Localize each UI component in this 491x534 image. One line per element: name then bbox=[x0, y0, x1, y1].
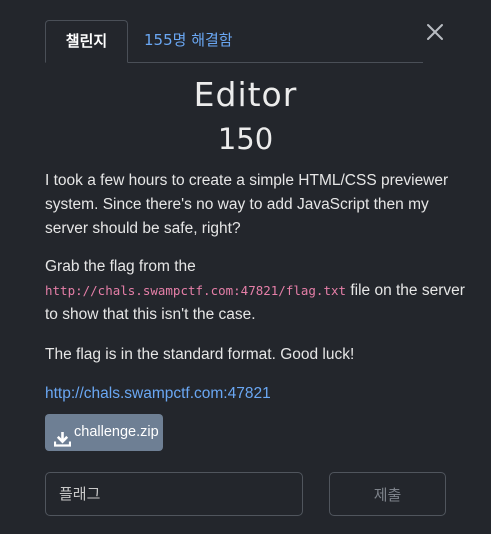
flag-path-code: http://chals.swampctf.com:47821/flag.txt bbox=[45, 283, 347, 298]
challenge-title: Editor bbox=[193, 75, 298, 114]
flag-input[interactable] bbox=[45, 472, 303, 516]
description-flag-location: Grab the flag from the http://chals.swam… bbox=[45, 255, 465, 327]
challenge-link[interactable]: http://chals.swampctf.com:47821 bbox=[45, 385, 271, 402]
challenge-modal: 챌린지 155명 해결함 Editor 150 I took a few hou… bbox=[0, 0, 491, 534]
challenge-points: 150 bbox=[217, 122, 274, 156]
download-challenge-button[interactable]: challenge.zip bbox=[45, 414, 163, 451]
download-label: challenge.zip bbox=[74, 424, 159, 440]
tab-challenge[interactable]: 챌린지 bbox=[45, 20, 128, 63]
tab-solves[interactable]: 155명 해결함 bbox=[144, 20, 233, 61]
description-format-note: The flag is in the standard format. Good… bbox=[45, 346, 355, 363]
description-paragraph: I took a few hours to create a simple HT… bbox=[45, 172, 449, 237]
tab-bar: 챌린지 155명 해결함 bbox=[45, 20, 423, 63]
flag-location-prefix: Grab the flag from the bbox=[45, 258, 196, 275]
download-icon bbox=[53, 425, 72, 447]
submit-button[interactable]: 제출 bbox=[329, 472, 446, 516]
close-icon[interactable] bbox=[424, 21, 446, 43]
challenge-link-row: http://chals.swampctf.com:47821 bbox=[45, 382, 465, 406]
